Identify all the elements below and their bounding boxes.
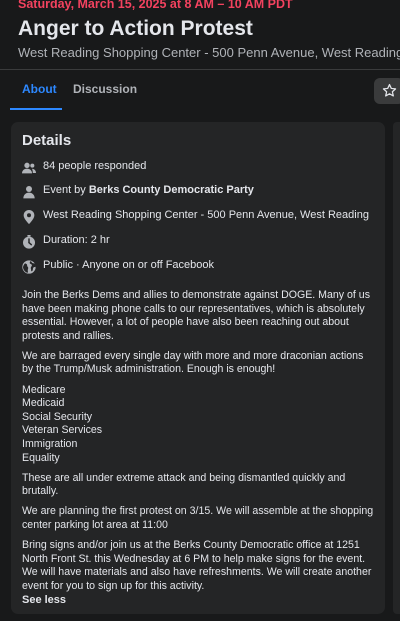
- host-row: Event by Berks County Democratic Party: [21, 182, 381, 202]
- privacy-row: Public · Anyone on or off Facebook: [21, 257, 381, 277]
- duration-text: Duration: 2 hr: [43, 234, 110, 246]
- star-icon: [382, 83, 397, 97]
- host-prefix: Event by: [43, 184, 89, 196]
- tab-about[interactable]: About: [22, 82, 57, 96]
- description-paragraph: We are barraged every single day with mo…: [22, 349, 364, 376]
- event-header: Saturday, March 15, 2025 at 8 AM – 10 AM…: [0, 0, 400, 66]
- privacy-text: Public · Anyone on or off Facebook: [43, 259, 215, 271]
- tab-discussion[interactable]: Discussion: [73, 82, 137, 96]
- person-icon: [23, 186, 35, 199]
- globe-icon: [22, 260, 36, 274]
- adjacent-card-edge: [393, 122, 400, 614]
- event-title: Anger to Action Protest: [18, 17, 253, 40]
- duration-row: Duration: 2 hr: [21, 232, 381, 252]
- issues-list: Medicare Medicaid Social Security Vetera…: [22, 384, 374, 466]
- location-pin-icon: [23, 210, 35, 224]
- event-description: Join the Berks Dems and allies to demons…: [22, 289, 374, 600]
- event-location[interactable]: West Reading Shopping Center - 500 Penn …: [18, 45, 400, 60]
- event-tabs: About Discussion: [0, 70, 400, 110]
- event-date: Saturday, March 15, 2025 at 8 AM – 10 AM…: [18, 0, 293, 11]
- interested-button[interactable]: [374, 78, 400, 104]
- details-heading: Details: [22, 132, 72, 149]
- host-link[interactable]: Berks County Democratic Party: [89, 184, 254, 196]
- list-item: Medicare: [22, 383, 66, 396]
- description-paragraph: These are all under extreme attack and b…: [22, 471, 346, 498]
- list-item: Immigration: [22, 437, 78, 450]
- address-text: West Reading Shopping Center - 500 Penn …: [43, 209, 369, 221]
- clock-icon: [23, 235, 35, 249]
- description-paragraph: Join the Berks Dems and allies to demons…: [22, 289, 370, 342]
- host-text: Event by Berks County Democratic Party: [43, 184, 254, 196]
- list-item: Equality: [22, 451, 60, 464]
- description-paragraph: Bring signs and/or join us at the Berks …: [22, 539, 372, 592]
- active-tab-indicator: [10, 108, 62, 110]
- description-paragraph: We are planning the first protest on 3/1…: [22, 505, 374, 531]
- responded-row[interactable]: 84 people responded: [21, 158, 381, 178]
- list-item: Social Security: [22, 410, 93, 423]
- people-icon: [22, 162, 36, 174]
- list-item: Medicaid: [22, 397, 65, 410]
- see-less-button[interactable]: See less: [22, 594, 66, 606]
- list-item: Veteran Services: [22, 424, 103, 437]
- responded-count: 84 people responded: [43, 160, 147, 172]
- details-card: Details 84 people responded Event by Ber…: [11, 122, 385, 614]
- address-row[interactable]: West Reading Shopping Center - 500 Penn …: [21, 207, 381, 227]
